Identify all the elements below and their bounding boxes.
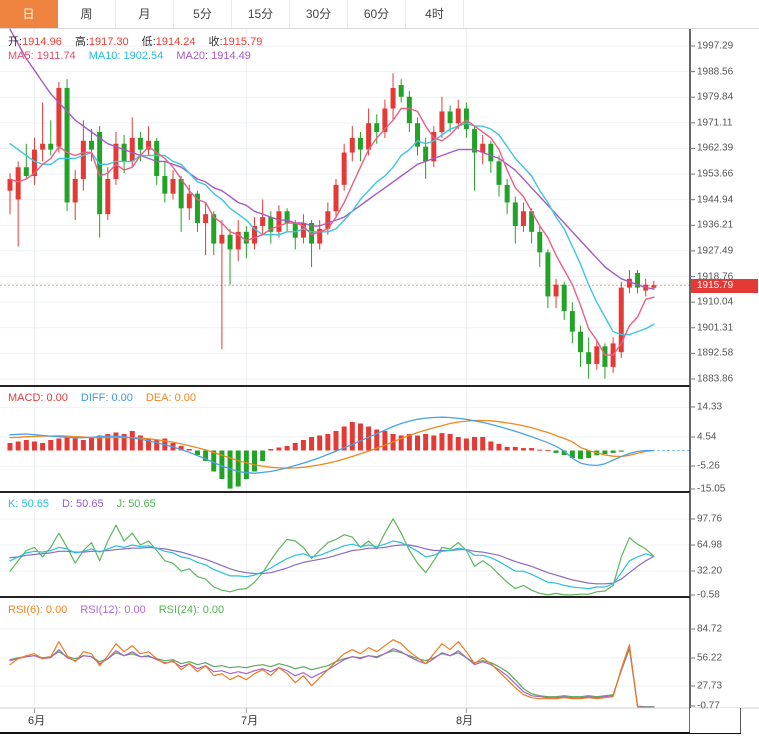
legend-rsi6: RSI(6): 0.00 (8, 604, 68, 616)
price-axis-label: -15.05 (697, 483, 726, 495)
price-axis-label: 1883.86 (697, 373, 734, 385)
legend-rsi24: RSI(24): 0.00 (158, 604, 225, 616)
macd-histogram (7, 422, 624, 489)
legend-dea: DEA: 0.00 (145, 392, 197, 404)
axis-corner-box (690, 708, 741, 733)
price-axis-label: 64.98 (697, 539, 723, 551)
legend-j: J: 50.65 (116, 498, 156, 510)
price-axis-label: 1962.39 (697, 142, 734, 154)
price-axis-label: -5.26 (697, 460, 720, 472)
trading-chart-app: 日周月 5分 15分 30分 60分 4时 开:1914.96 高:1917.30 低:191… (0, 0, 759, 742)
price-axis-label: 1971.11 (697, 117, 733, 129)
price-axis-label: 1953.66 (697, 168, 734, 180)
legend-high: 高:1917.30 (74, 36, 129, 48)
price-axis-label: 1979.84 (697, 91, 734, 103)
legend-diff: DIFF: 0.00 (80, 392, 133, 404)
kdj-legend: K: 50.65 D: 50.65 J: 50.65 (8, 498, 169, 510)
legend-macd: MACD: 0.00 (8, 392, 68, 404)
price-axis-label: 4.54 (697, 431, 717, 443)
ohlc-legend: 开:1914.96 高:1917.30 低:1914.24 收:1915.79 (8, 33, 275, 49)
legend-open: 开:1914.96 (8, 36, 62, 48)
candles-layer (7, 73, 657, 379)
price-axis-label: -0.77 (697, 700, 720, 712)
ma20-line (9, 28, 655, 290)
x-axis-month-label: 6月 (28, 715, 46, 727)
price-axis-label: 84.72 (697, 623, 723, 635)
legend-rsi12: RSI(12): 0.00 (80, 604, 146, 616)
price-axis-label: 1901.31 (697, 322, 734, 334)
price-axis-label: 1944.94 (697, 194, 734, 206)
ma10-line (9, 122, 655, 336)
price-axis-label: -0.58 (697, 589, 720, 601)
price-axis-label: 32.20 (697, 565, 723, 577)
price-axis-label: 56.22 (697, 652, 723, 664)
ma5-line (9, 107, 655, 356)
legend-k: K: 50.65 (8, 498, 49, 510)
legend-ma5: MA5: 1911.74 (8, 50, 76, 62)
price-axis-label: 1927.49 (697, 245, 734, 257)
price-axis-label: 1988.56 (697, 66, 734, 78)
x-axis-month-label: 7月 (241, 715, 259, 727)
price-axis-label: 27.73 (697, 680, 723, 692)
price-axis-label: 1910.04 (697, 296, 734, 308)
ma-legend: MA5: 1911.74 MA10: 1902.54 MA20: 1914.49 (8, 50, 264, 62)
last-price-badge: 1915.79 (691, 279, 758, 293)
legend-ma20: MA20: 1914.49 (176, 50, 251, 62)
price-axis-label: 1936.21 (697, 219, 734, 231)
legend-ma10: MA10: 1902.54 (88, 50, 164, 62)
rsi-legend: RSI(6): 0.00 RSI(12): 0.00 RSI(24): 0.00 (8, 604, 237, 616)
legend-low: 低:1914.24 (141, 36, 196, 48)
macd-legend: MACD: 0.00 DIFF: 0.00 DEA: 0.00 (8, 392, 209, 404)
price-axis-label: 1892.58 (697, 347, 734, 359)
legend-close: 收:1915.79 (208, 36, 263, 48)
chart-canvas[interactable] (0, 0, 759, 742)
x-axis-month-label: 8月 (456, 715, 474, 727)
price-axis-label: 14.33 (697, 401, 723, 413)
legend-d: D: 50.65 (61, 498, 104, 510)
price-axis-label: 97.76 (697, 513, 723, 525)
price-axis-label: 1997.29 (697, 40, 734, 52)
k-line (9, 540, 655, 590)
